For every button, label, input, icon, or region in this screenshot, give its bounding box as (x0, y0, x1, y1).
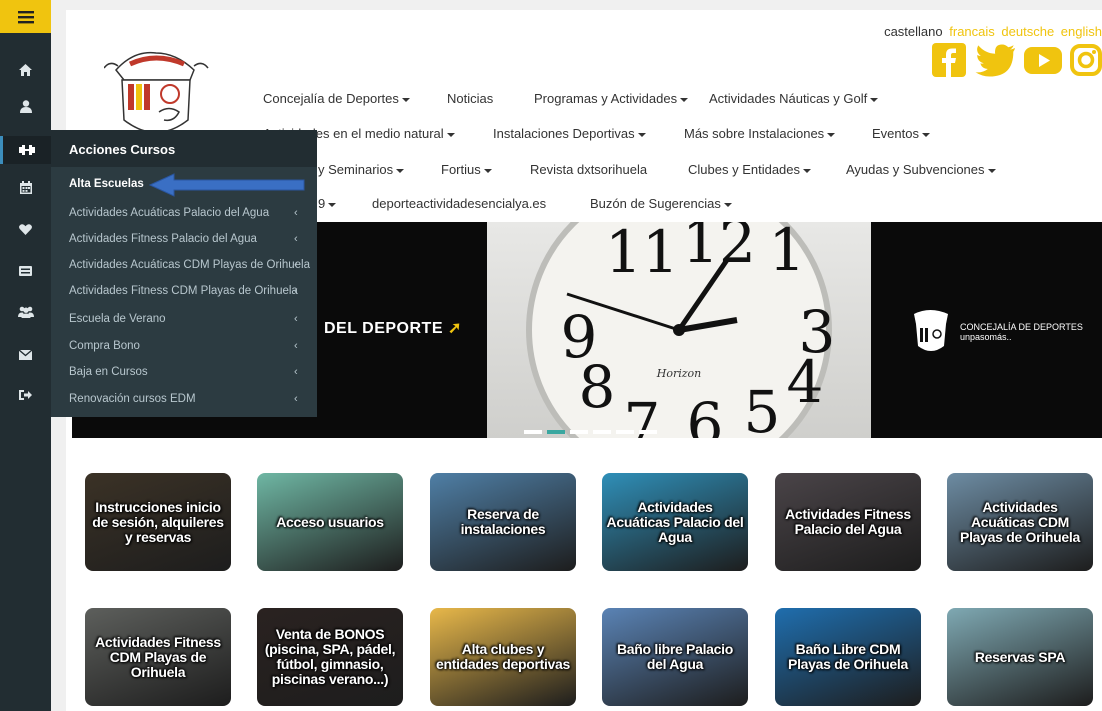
banner-right-text: CONCEJALÍA DE DEPORTES unpasomás.. (960, 322, 1083, 342)
slider-dots (524, 430, 657, 434)
nav-mas-instalaciones[interactable]: Más sobre Instalaciones (684, 126, 836, 141)
nav-seminarios[interactable]: y Seminarios (318, 162, 405, 177)
chevron-left-icon: ‹ (294, 259, 298, 271)
envelope-icon[interactable] (0, 341, 51, 369)
youtube-icon[interactable] (1024, 43, 1062, 77)
concejalia-logo-icon (914, 310, 948, 351)
chevron-left-icon: ‹ (294, 366, 298, 378)
nav-instalaciones[interactable]: Instalaciones Deportivas (493, 126, 646, 141)
submenu-item-renovacion-edm[interactable]: Renovación cursos EDM (69, 393, 196, 405)
nav-eventos[interactable]: Eventos (872, 126, 930, 141)
tile-alta-clubes[interactable]: Alta clubes y entidades deportivas (430, 608, 576, 706)
ticket-icon[interactable] (0, 257, 51, 285)
facebook-icon[interactable] (932, 43, 966, 77)
slider-dot[interactable] (616, 430, 634, 434)
svg-text:5: 5 (744, 378, 781, 438)
tile-fitness-palacio[interactable]: Actividades Fitness Palacio del Agua (775, 473, 921, 571)
banner-clock-image: 11 12 1 93 87654 Horizon (487, 222, 871, 438)
slider-dot[interactable] (570, 430, 588, 434)
menu-toggle-button[interactable] (0, 0, 51, 33)
slider-dot-active[interactable] (547, 430, 565, 434)
chevron-left-icon: ‹ (294, 233, 298, 245)
nav-deporteactividad[interactable]: deporteactividadesencialya.es (372, 196, 546, 211)
chevron-left-icon: ‹ (294, 207, 298, 219)
tile-acuaticas-palacio[interactable]: Actividades Acuáticas Palacio del Agua (602, 473, 748, 571)
lang-english[interactable]: english (1061, 24, 1102, 39)
hamburger-icon (17, 10, 34, 23)
svg-text:11: 11 (605, 222, 679, 286)
tile-instrucciones[interactable]: Instrucciones inicio de sesión, alquiler… (85, 473, 231, 571)
chevron-left-icon: ‹ (294, 313, 298, 325)
tile-bano-libre-cdm[interactable]: Baño Libre CDM Playas de Orihuela (775, 608, 921, 706)
svg-text:Horizon: Horizon (656, 367, 702, 380)
dumbbell-icon[interactable] (0, 136, 51, 164)
submenu-item-fitness-cdm[interactable]: Actividades Fitness CDM Playas de Orihue… (69, 285, 298, 297)
users-group-icon[interactable] (0, 298, 51, 326)
home-icon[interactable] (0, 56, 51, 84)
svg-text:4: 4 (787, 348, 824, 416)
svg-text:1: 1 (769, 222, 806, 284)
instagram-icon[interactable] (1070, 43, 1102, 77)
tile-acceso-usuarios[interactable]: Acceso usuarios (257, 473, 403, 571)
nav-fortius[interactable]: Fortius (441, 162, 492, 177)
tile-acuaticas-cdm[interactable]: Actividades Acuáticas CDM Playas de Orih… (947, 473, 1093, 571)
heart-icon[interactable] (0, 215, 51, 243)
nav-revista[interactable]: Revista dxtsorihuela (530, 162, 647, 177)
social-links (932, 43, 1102, 77)
chevron-left-icon: ‹ (294, 285, 298, 297)
lang-francais[interactable]: francais (949, 24, 995, 39)
svg-text:6: 6 (687, 390, 724, 438)
tile-reserva-instalaciones[interactable]: Reserva de instalaciones (430, 473, 576, 571)
tile-venta-bonos[interactable]: Venta de BONOS (piscina, SPA, pádel, fút… (257, 608, 403, 706)
nav-concejalia[interactable]: Concejalía de Deportes (263, 91, 410, 106)
submenu-item-fitness-palacio[interactable]: Actividades Fitness Palacio del Agua (69, 233, 257, 245)
nav-nauticas[interactable]: Actividades Náuticas y Golf (709, 91, 879, 106)
annotation-arrow-icon (148, 173, 305, 197)
chevron-left-icon: ‹ (294, 393, 298, 405)
nav-programas[interactable]: Programas y Actividades (534, 91, 689, 106)
tile-fitness-cdm[interactable]: Actividades Fitness CDM Playas de Orihue… (85, 608, 231, 706)
lang-castellano[interactable]: castellano (884, 24, 943, 39)
language-switcher: castellano francais deutsche english (881, 24, 1102, 39)
submenu-item-alta-escuelas[interactable]: Alta Escuelas (69, 178, 144, 190)
banner-left-text: DEL DEPORTE ➚ (324, 320, 462, 337)
tile-bano-libre-palacio[interactable]: Baño libre Palacio del Agua (602, 608, 748, 706)
slider-dot[interactable] (593, 430, 611, 434)
submenu-item-acuaticas-palacio[interactable]: Actividades Acuáticas Palacio del Agua (69, 207, 269, 219)
submenu-item-acuaticas-cdm[interactable]: Actividades Acuáticas CDM Playas de Orih… (69, 259, 310, 271)
admin-sidebar (0, 0, 51, 711)
calendar-icon[interactable] (0, 173, 51, 201)
nav-noticias[interactable]: Noticias (447, 91, 493, 106)
nav-clubes[interactable]: Clubes y Entidades (688, 162, 812, 177)
tile-reservas-spa[interactable]: Reservas SPA (947, 608, 1093, 706)
user-icon[interactable] (0, 92, 51, 120)
slider-dot[interactable] (524, 430, 542, 434)
nav-buzon[interactable]: Buzón de Sugerencias (590, 196, 732, 211)
lang-deutsche[interactable]: deutsche (1001, 24, 1054, 39)
twitter-icon[interactable] (974, 43, 1016, 77)
chevron-left-icon: ‹ (294, 340, 298, 352)
submenu-item-escuela-verano[interactable]: Escuela de Verano (69, 313, 166, 325)
nav-ayudas[interactable]: Ayudas y Subvenciones (846, 162, 996, 177)
submenu-item-baja-cursos[interactable]: Baja en Cursos (69, 366, 148, 378)
submenu-item-compra-bono[interactable]: Compra Bono (69, 340, 140, 352)
slider-dot[interactable] (639, 430, 657, 434)
svg-text:8: 8 (579, 353, 616, 421)
logout-icon[interactable] (0, 381, 51, 409)
submenu-title: Acciones Cursos (51, 130, 317, 167)
nav-covid[interactable]: 9 (318, 196, 337, 211)
